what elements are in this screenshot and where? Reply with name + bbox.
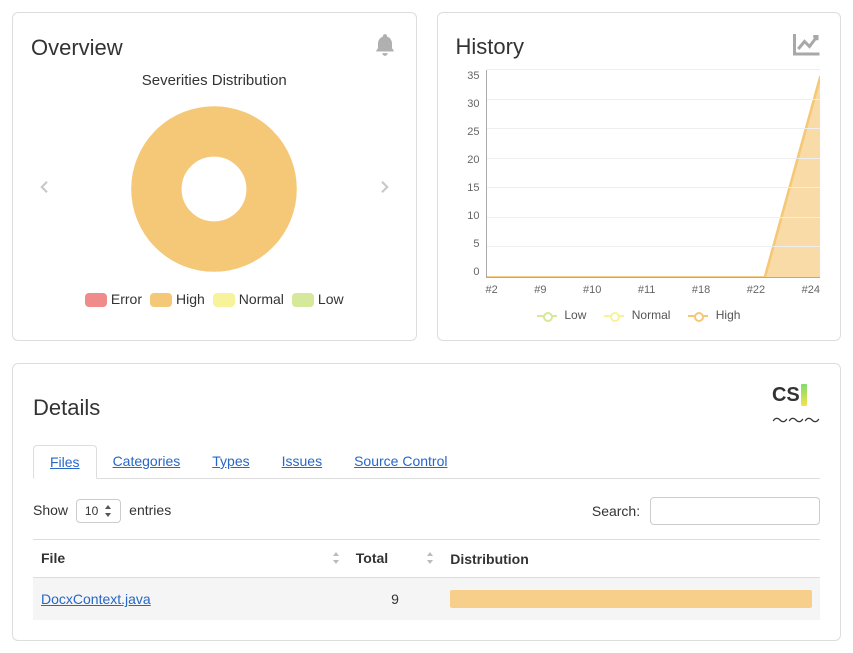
squiggle-icon: ～～～ (772, 413, 820, 430)
chevron-right-icon[interactable] (372, 172, 398, 206)
legend-label: High (176, 291, 205, 307)
sort-icon (332, 551, 340, 567)
legend-marker-icon (688, 315, 708, 317)
cs-logo: CS ～～～ (772, 384, 820, 431)
sort-icon (426, 551, 434, 567)
x-tick-label: #2 (486, 284, 498, 296)
details-tabs: FilesCategoriesTypesIssuesSource Control (33, 445, 820, 479)
legend-item[interactable]: Normal (604, 308, 670, 322)
total-cell: 9 (348, 578, 442, 621)
overview-subtitle: Severities Distribution (31, 72, 398, 89)
tab-source-control[interactable]: Source Control (338, 445, 463, 478)
y-tick-label: 20 (456, 154, 480, 166)
tab-types[interactable]: Types (196, 445, 265, 478)
gridline (487, 128, 821, 129)
legend-item[interactable]: Normal (213, 291, 284, 307)
search-control: Search: (592, 497, 820, 525)
history-line-chart: 35 30 25 20 15 10 5 0 #2 #9 #10 #11 #18 #22 #24 (456, 70, 823, 300)
legend-marker-icon (604, 315, 624, 317)
column-label: Distribution (450, 551, 529, 567)
y-tick-label: 10 (456, 210, 480, 222)
column-label: Total (356, 550, 388, 566)
legend-label: Normal (628, 308, 670, 322)
legend-label: Low (561, 308, 586, 322)
y-tick-label: 25 (456, 126, 480, 138)
search-label: Search: (592, 503, 640, 519)
column-header[interactable]: Total (348, 540, 442, 578)
tab-issues[interactable]: Issues (266, 445, 338, 478)
legend-swatch (292, 293, 314, 307)
history-card: History 35 30 25 20 15 10 5 0 #2 #9 #10 #11 #18 #22 #… (437, 12, 842, 341)
chevron-left-icon[interactable] (31, 172, 57, 206)
show-label-prefix: Show (33, 502, 68, 518)
gridline (487, 158, 821, 159)
y-tick-label: 15 (456, 182, 480, 194)
entries-select[interactable]: 10 (76, 499, 121, 523)
details-panel: Details CS ～～～ FilesCategoriesTypesIssue… (12, 363, 841, 641)
column-header[interactable]: File (33, 540, 348, 578)
column-label: File (41, 550, 65, 566)
y-tick-label: 35 (456, 70, 480, 82)
x-tick-label: #24 (802, 284, 820, 296)
bell-icon[interactable] (372, 31, 398, 64)
x-tick-label: #18 (692, 284, 710, 296)
table-row: DocxContext.java 9 (33, 578, 820, 621)
details-table: File Total Distribution DocxContext.java… (33, 539, 820, 620)
gridline (487, 217, 821, 218)
legend-label: Normal (239, 291, 284, 307)
legend-item[interactable]: High (688, 308, 740, 322)
overview-card: Overview Severities Distribution Error Hi… (12, 12, 417, 341)
file-link[interactable]: DocxContext.java (41, 591, 151, 607)
x-tick-label: #9 (534, 284, 546, 296)
legend-item[interactable]: Error (85, 291, 142, 307)
trend-chart-icon[interactable] (792, 31, 822, 62)
severities-donut-chart (57, 99, 372, 279)
legend-label: Error (111, 291, 142, 307)
legend-marker-icon (537, 315, 557, 317)
distribution-bar (450, 590, 812, 608)
legend-label: High (712, 308, 740, 322)
legend-item[interactable]: Low (292, 291, 344, 307)
legend-label: Low (318, 291, 344, 307)
history-legend: Low Normal High (456, 308, 823, 322)
gridline (487, 187, 821, 188)
y-tick-label: 0 (456, 266, 480, 278)
x-tick-label: #22 (747, 284, 765, 296)
gridline (487, 69, 821, 70)
tab-files[interactable]: Files (33, 445, 97, 479)
legend-swatch (213, 293, 235, 307)
search-input[interactable] (650, 497, 820, 525)
legend-swatch (85, 293, 107, 307)
sort-updown-icon (104, 505, 112, 517)
gridline (487, 246, 821, 247)
tab-categories[interactable]: Categories (97, 445, 197, 478)
x-tick-label: #10 (583, 284, 601, 296)
overview-legend: Error High Normal Low (31, 291, 398, 307)
legend-item[interactable]: Low (537, 308, 586, 322)
y-tick-label: 30 (456, 98, 480, 110)
entries-value: 10 (85, 504, 98, 518)
entries-control: Show 10 entries (33, 499, 171, 523)
history-title: History (456, 34, 524, 60)
legend-swatch (150, 293, 172, 307)
y-tick-label: 5 (456, 238, 480, 250)
x-tick-label: #11 (638, 284, 656, 296)
show-label-suffix: entries (129, 502, 171, 518)
details-title: Details (33, 395, 100, 421)
legend-item[interactable]: High (150, 291, 205, 307)
column-header[interactable]: Distribution (442, 540, 820, 578)
gridline (487, 99, 821, 100)
overview-title: Overview (31, 35, 123, 61)
